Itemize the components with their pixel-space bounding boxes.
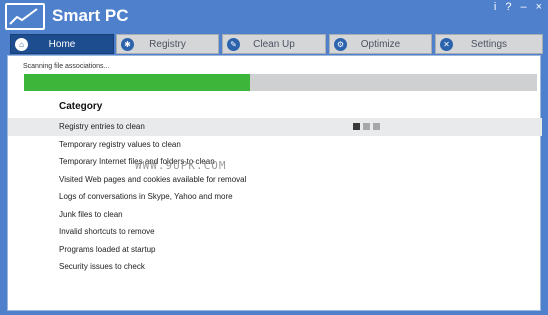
tab-bar: ⌂ Home ✱ Registry ✎ Clean Up ⚙ Optimize … xyxy=(10,34,543,55)
category-heading: Category xyxy=(59,101,103,112)
trend-line-icon xyxy=(9,8,38,25)
list-item-label: Invalid shortcuts to remove xyxy=(59,227,155,236)
list-item-label: Registry entries to clean xyxy=(59,122,145,131)
list-item-temp-registry: Temporary registry values to clean xyxy=(8,136,542,154)
list-item-invalid-shortcuts: Invalid shortcuts to remove xyxy=(8,223,542,241)
list-item-junk-files: Junk files to clean xyxy=(8,206,542,224)
scanning-indicator-icon xyxy=(353,123,380,130)
app-title: Smart PC xyxy=(52,6,129,25)
indicator-square xyxy=(373,123,380,130)
house-icon: ⌂ xyxy=(15,38,28,51)
tab-registry[interactable]: ✱ Registry xyxy=(116,34,219,54)
list-item-temp-internet: Temporary Internet files and folders to … xyxy=(8,153,542,171)
scan-progress-bar xyxy=(24,74,537,91)
minimize-button[interactable]: – xyxy=(520,1,526,13)
indicator-square xyxy=(353,123,360,130)
list-item-label: Temporary registry values to clean xyxy=(59,139,181,149)
help-button[interactable]: ? xyxy=(505,1,511,13)
title-bar: Smart PC i ? – × xyxy=(0,0,548,33)
list-item-label: Security issues to check xyxy=(59,262,145,271)
gear-icon: ⚙ xyxy=(334,38,347,51)
indicator-square xyxy=(363,123,370,130)
list-item-label: Junk files to clean xyxy=(59,209,123,219)
list-item-label: Visited Web pages and cookies available … xyxy=(59,174,247,184)
tab-settings[interactable]: ✕ Settings xyxy=(435,34,543,54)
tools-icon: ✕ xyxy=(440,38,453,51)
tab-clean-up[interactable]: ✎ Clean Up xyxy=(222,34,326,54)
scan-progress-fill xyxy=(24,74,250,91)
list-item-security-issues: Security issues to check xyxy=(8,258,542,276)
tab-home[interactable]: ⌂ Home xyxy=(10,34,114,54)
list-item-label: Logs of conversations in Skype, Yahoo an… xyxy=(59,192,233,201)
list-item-conversation-logs: Logs of conversations in Skype, Yahoo an… xyxy=(8,188,542,206)
main-panel: Scanning file associations... Category R… xyxy=(7,55,542,311)
category-list: Registry entries to clean Temporary regi… xyxy=(8,118,542,276)
close-button[interactable]: × xyxy=(536,1,542,13)
wrench-icon: ✎ xyxy=(227,38,240,51)
info-button[interactable]: i xyxy=(494,1,496,13)
tab-optimize[interactable]: ⚙ Optimize xyxy=(329,34,432,54)
scan-status-text: Scanning file associations... xyxy=(23,63,110,70)
list-item-label: Programs loaded at startup xyxy=(59,244,156,254)
window-controls: i ? – × xyxy=(494,1,542,13)
list-item-registry-entries: Registry entries to clean xyxy=(8,118,542,136)
watermark-text: WWW.9UPK.COM xyxy=(135,159,227,172)
registry-icon: ✱ xyxy=(121,38,134,51)
list-item-visited-pages: Visited Web pages and cookies available … xyxy=(8,171,542,189)
app-logo-icon xyxy=(5,3,45,30)
list-item-startup-programs: Programs loaded at startup xyxy=(8,241,542,259)
